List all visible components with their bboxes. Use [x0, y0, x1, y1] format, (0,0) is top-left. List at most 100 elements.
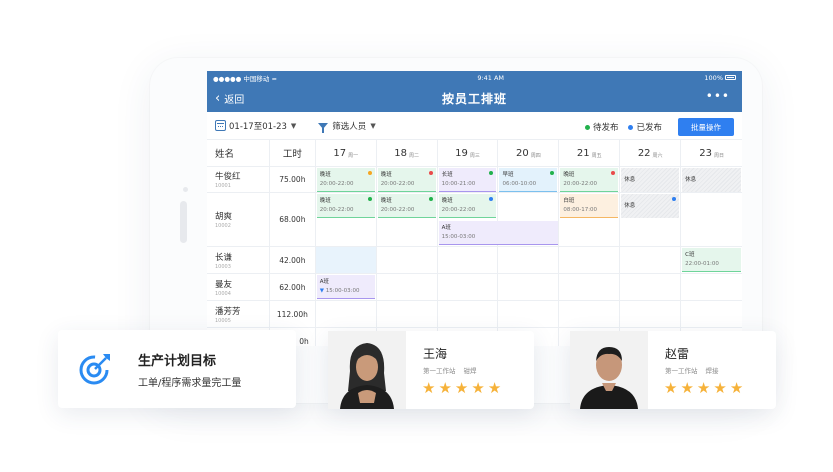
star-icon: ★: [438, 379, 452, 397]
star-icon: ★: [713, 379, 727, 397]
shift-block[interactable]: C班 22:00-01:00: [682, 248, 742, 272]
filter-label: 筛选人员: [332, 121, 367, 132]
shift-block[interactable]: 晚班 20:00-22:00: [316, 194, 375, 218]
back-button[interactable]: ‹ 返回: [215, 91, 244, 107]
shift-cell[interactable]: [498, 247, 560, 273]
shift-cell[interactable]: [377, 247, 438, 273]
shift-cell[interactable]: 晚班 20:00-22:00: [377, 167, 438, 192]
shift-cell[interactable]: 休息: [620, 193, 682, 246]
shift-cell[interactable]: 休息: [681, 167, 742, 192]
shift-cell[interactable]: [681, 193, 742, 246]
shift-cell[interactable]: 长班 10:00-21:00: [438, 167, 499, 192]
day-header[interactable]: 18 周二: [377, 140, 438, 166]
shift-block[interactable]: 晚班 20:00-22:00: [377, 168, 436, 192]
shift-cell[interactable]: [316, 301, 377, 327]
status-dot-icon: [367, 171, 372, 175]
shift-cell[interactable]: 白班 08:00-17:00: [559, 193, 621, 246]
employee-cell: 曼友 10004: [207, 274, 270, 300]
more-menu-icon[interactable]: •••: [706, 89, 730, 103]
hours-value: 68.00h: [270, 193, 316, 246]
worker-card[interactable]: 赵雷 第一工作站 焊接 ★ ★ ★ ★ ★: [570, 331, 776, 409]
shift-cell[interactable]: [559, 301, 621, 327]
nav-bar: ‹ 返回 按员工排班 •••: [207, 84, 742, 112]
employee-cell: 牛俊红 10001: [207, 167, 270, 192]
shift-cell[interactable]: [438, 274, 499, 300]
rest-block[interactable]: 休息: [621, 194, 680, 218]
date-range-picker[interactable]: 01-17至01-23 ▼: [215, 120, 296, 132]
shift-cell[interactable]: A班 ▼ 15:00-03:00: [316, 274, 377, 300]
shift-cell[interactable]: [438, 247, 499, 273]
shift-cell[interactable]: [438, 301, 499, 327]
shift-block[interactable]: 晚班 20:00-22:00: [316, 168, 375, 192]
day-header[interactable]: 21 周五: [559, 140, 621, 166]
shift-cell[interactable]: 晚班 20:00-22:00: [316, 193, 377, 246]
day-header[interactable]: 23 周日: [681, 140, 742, 166]
shift-block[interactable]: 长班 10:00-21:00: [438, 168, 497, 192]
shift-cell[interactable]: [315, 247, 377, 273]
rating-stars: ★ ★ ★ ★ ★: [422, 381, 501, 396]
shift-cell[interactable]: 晚班 20:00-22:00: [316, 167, 377, 192]
filter-staff-button[interactable]: 筛选人员 ▼: [318, 120, 376, 133]
date-range-label: 01-17至01-23: [229, 121, 287, 132]
batch-operation-button[interactable]: 批量操作: [678, 118, 734, 136]
star-icon: ★: [487, 379, 502, 397]
shift-cell[interactable]: [498, 193, 560, 246]
shift-cell[interactable]: [498, 274, 560, 300]
legend-published: 已发布: [628, 121, 662, 133]
shift-cell[interactable]: 休息: [620, 167, 682, 192]
shift-block[interactable]: A班 ▼ 15:00-03:00: [316, 275, 375, 299]
day-header[interactable]: 17 周一: [316, 140, 377, 166]
shift-cell[interactable]: 晚班 20:00-22:00: [377, 193, 438, 246]
green-dot-icon: [584, 125, 590, 130]
table-row: 长谦 10003 42.00h C班 22:00-01:00: [207, 247, 742, 274]
tablet-camera: [183, 187, 188, 192]
shift-block[interactable]: 晚班 20:00-22:00: [560, 168, 619, 192]
shift-cell[interactable]: [377, 301, 438, 327]
shift-cell[interactable]: [620, 247, 682, 273]
star-icon: ★: [471, 379, 485, 397]
hours-value: 62.00h: [270, 274, 316, 300]
shift-cell[interactable]: [377, 274, 438, 300]
shift-cell[interactable]: C班 22:00-01:00: [681, 247, 742, 273]
shift-block[interactable]: 晚班 20:00-22:00: [377, 194, 436, 218]
shift-cell[interactable]: [620, 274, 682, 300]
shift-block[interactable]: 白班 08:00-17:00: [560, 194, 619, 218]
status-dot-icon: [672, 197, 677, 201]
star-icon: ★: [422, 379, 436, 397]
shift-cell[interactable]: [620, 301, 682, 327]
chevron-down-icon: ▼: [370, 121, 376, 130]
goal-title: 生产计划目标: [138, 354, 217, 369]
production-goal-card: 生产计划目标 工单/程序需求量完工量: [58, 330, 296, 408]
rest-block[interactable]: 休息: [682, 168, 742, 192]
calendar-icon: [215, 120, 226, 131]
worker-meta: 第一工作站 钳焊: [423, 367, 477, 375]
hours-value: 112.00h: [270, 301, 316, 327]
worker-name: 王海: [423, 347, 448, 361]
star-icon: ★: [454, 379, 469, 397]
shift-block[interactable]: 晚班 20:00-22:00: [438, 194, 497, 218]
shift-cell[interactable]: [559, 247, 621, 273]
table-row: 潘芳芳 10005 112.00h: [207, 301, 742, 328]
shift-cell[interactable]: [559, 274, 621, 300]
shift-cell[interactable]: 晚班 20:00-22:00: [559, 167, 621, 192]
rest-block[interactable]: 休息: [621, 168, 680, 192]
shift-cell[interactable]: [681, 301, 742, 327]
day-header[interactable]: 19 周三: [438, 140, 499, 166]
hours-value: 75.00h: [270, 167, 316, 192]
shift-cell[interactable]: [681, 274, 742, 300]
day-header[interactable]: 20 周四: [498, 140, 560, 166]
target-icon: [79, 354, 110, 385]
battery-icon: [725, 75, 736, 80]
shift-block[interactable]: 早班 06:00-10:00: [499, 168, 558, 192]
tablet-screen: ●●●●● 中国移动 ≈ 9:41 AM 100% ‹ 返回 按员工排班 •••…: [207, 71, 742, 346]
shift-cell[interactable]: 晚班 20:00-22:00 A班 15:00-03:00: [438, 193, 559, 246]
carrier-label: ●●●●● 中国移动 ≈: [213, 74, 277, 83]
blue-dot-icon: [628, 125, 634, 130]
day-header[interactable]: 22 周六: [620, 140, 682, 166]
shift-cell[interactable]: [498, 301, 560, 327]
worker-card[interactable]: 王海 第一工作站 钳焊 ★ ★ ★ ★ ★: [328, 331, 534, 409]
status-legend: 待发布 已发布: [584, 121, 662, 133]
shift-cell[interactable]: 早班 06:00-10:00: [498, 167, 560, 192]
table-row: 牛俊红 10001 75.00h 晚班 20:00-22:00 晚班 20:00-22…: [207, 167, 742, 193]
goal-subtitle: 工单/程序需求量完工量: [138, 378, 242, 389]
